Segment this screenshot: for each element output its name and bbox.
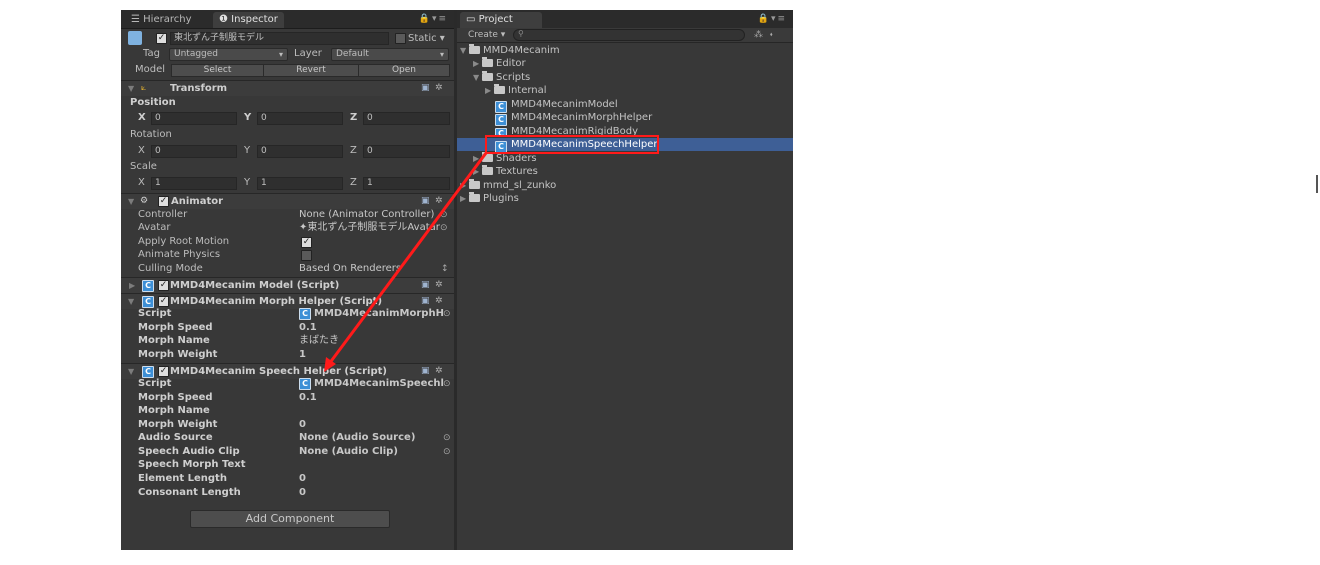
drag-arrow <box>324 152 488 372</box>
page: { "tabs": { "hierarchy": "Hierarchy", "i… <box>0 0 1320 565</box>
text-cursor-mark <box>1316 175 1318 193</box>
drag-arrow-line <box>327 152 488 365</box>
unity-editor-window: ☰ Hierarchy ❶ Inspector 🔒▾≡ ✓ 東北ずん子制服モデル… <box>121 10 793 550</box>
